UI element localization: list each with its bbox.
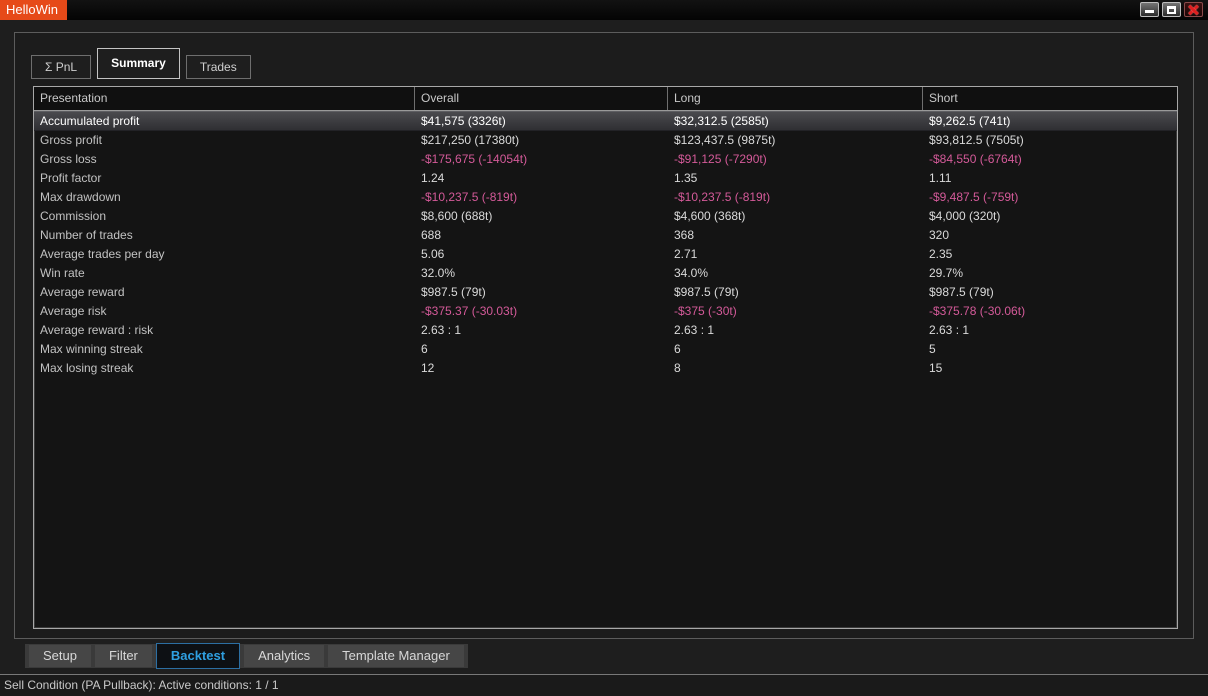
- row-value-overall: 1.24: [415, 169, 668, 188]
- row-value-long: -$375 (-30t): [668, 302, 923, 321]
- tab-pnl[interactable]: Σ PnL: [31, 55, 91, 79]
- row-value-long: $32,312.5 (2585t): [668, 112, 923, 130]
- status-text: Sell Condition (PA Pullback): Active con…: [4, 678, 279, 692]
- row-value-long: 8: [668, 359, 923, 378]
- column-header-overall[interactable]: Overall: [415, 87, 668, 110]
- close-icon: [1188, 5, 1199, 14]
- row-value-short: -$9,487.5 (-759t): [923, 188, 1177, 207]
- row-value-short: 29.7%: [923, 264, 1177, 283]
- table-row[interactable]: Gross profit$217,250 (17380t)$123,437.5 …: [34, 131, 1177, 150]
- row-label: Profit factor: [34, 169, 415, 188]
- row-value-overall: -$375.37 (-30.03t): [415, 302, 668, 321]
- status-bar: Sell Condition (PA Pullback): Active con…: [0, 674, 1208, 696]
- row-label: Average trades per day: [34, 245, 415, 264]
- row-label: Gross loss: [34, 150, 415, 169]
- window-title: HelloWin: [0, 0, 67, 20]
- maximize-button[interactable]: [1162, 2, 1181, 17]
- row-value-short: 2.35: [923, 245, 1177, 264]
- maximize-icon: [1167, 6, 1176, 14]
- row-value-long: 6: [668, 340, 923, 359]
- tab-summary[interactable]: Summary: [97, 48, 180, 79]
- table-row[interactable]: Commission$8,600 (688t)$4,600 (368t)$4,0…: [34, 207, 1177, 226]
- tab-filter[interactable]: Filter: [95, 645, 152, 667]
- title-bar: HelloWin: [0, 0, 1208, 20]
- row-label: Average reward: [34, 283, 415, 302]
- row-value-overall: 6: [415, 340, 668, 359]
- row-value-long: 368: [668, 226, 923, 245]
- row-label: Gross profit: [34, 131, 415, 150]
- window-controls: [1140, 2, 1203, 17]
- table-row[interactable]: Max winning streak665: [34, 340, 1177, 359]
- row-label: Commission: [34, 207, 415, 226]
- row-value-overall: -$10,237.5 (-819t): [415, 188, 668, 207]
- row-value-short: 320: [923, 226, 1177, 245]
- tab-template-manager[interactable]: Template Manager: [328, 645, 464, 667]
- row-value-short: -$375.78 (-30.06t): [923, 302, 1177, 321]
- row-value-short: $9,262.5 (741t): [923, 112, 1177, 130]
- column-header-presentation[interactable]: Presentation: [34, 87, 415, 110]
- column-header-long[interactable]: Long: [668, 87, 923, 110]
- row-label: Max drawdown: [34, 188, 415, 207]
- table-row[interactable]: Number of trades688368320: [34, 226, 1177, 245]
- row-value-long: $4,600 (368t): [668, 207, 923, 226]
- table-row[interactable]: Max losing streak12815: [34, 359, 1177, 378]
- table-row[interactable]: Win rate32.0%34.0%29.7%: [34, 264, 1177, 283]
- row-value-overall: 12: [415, 359, 668, 378]
- tab-trades[interactable]: Trades: [186, 55, 251, 79]
- table-row[interactable]: Average reward$987.5 (79t)$987.5 (79t)$9…: [34, 283, 1177, 302]
- table-row[interactable]: Gross loss-$175,675 (-14054t)-$91,125 (-…: [34, 150, 1177, 169]
- table-header: Presentation Overall Long Short: [34, 87, 1177, 111]
- summary-table: Presentation Overall Long Short Accumula…: [33, 86, 1178, 629]
- row-value-short: $987.5 (79t): [923, 283, 1177, 302]
- row-label: Average risk: [34, 302, 415, 321]
- row-value-short: 15: [923, 359, 1177, 378]
- row-value-overall: $217,250 (17380t): [415, 131, 668, 150]
- main-frame: Σ PnL Summary Trades Presentation Overal…: [14, 32, 1194, 639]
- row-value-overall: 5.06: [415, 245, 668, 264]
- column-header-short[interactable]: Short: [923, 87, 1177, 110]
- row-value-short: $93,812.5 (7505t): [923, 131, 1177, 150]
- tab-analytics[interactable]: Analytics: [244, 645, 324, 667]
- row-value-long: 34.0%: [668, 264, 923, 283]
- table-row[interactable]: Profit factor1.241.351.11: [34, 169, 1177, 188]
- row-value-short: 1.11: [923, 169, 1177, 188]
- row-value-long: 1.35: [668, 169, 923, 188]
- table-row[interactable]: Average reward : risk2.63 : 12.63 : 12.6…: [34, 321, 1177, 340]
- row-value-long: $987.5 (79t): [668, 283, 923, 302]
- row-value-overall: 32.0%: [415, 264, 668, 283]
- top-tab-bar: Σ PnL Summary Trades: [31, 47, 257, 79]
- tab-backtest[interactable]: Backtest: [156, 643, 240, 669]
- row-value-overall: $41,575 (3326t): [415, 112, 668, 130]
- row-label: Max losing streak: [34, 359, 415, 378]
- row-label: Accumulated profit: [34, 112, 415, 130]
- table-row[interactable]: Max drawdown-$10,237.5 (-819t)-$10,237.5…: [34, 188, 1177, 207]
- row-value-overall: $8,600 (688t): [415, 207, 668, 226]
- row-label: Number of trades: [34, 226, 415, 245]
- row-value-long: -$10,237.5 (-819t): [668, 188, 923, 207]
- minimize-icon: [1145, 10, 1154, 13]
- row-value-short: -$84,550 (-6764t): [923, 150, 1177, 169]
- row-value-short: $4,000 (320t): [923, 207, 1177, 226]
- close-button[interactable]: [1184, 2, 1203, 17]
- table-row[interactable]: Average trades per day5.062.712.35: [34, 245, 1177, 264]
- row-value-short: 2.63 : 1: [923, 321, 1177, 340]
- minimize-button[interactable]: [1140, 2, 1159, 17]
- tab-setup[interactable]: Setup: [29, 645, 91, 667]
- table-body: Accumulated profit$41,575 (3326t)$32,312…: [34, 111, 1177, 378]
- row-label: Max winning streak: [34, 340, 415, 359]
- row-value-short: 5: [923, 340, 1177, 359]
- row-value-overall: -$175,675 (-14054t): [415, 150, 668, 169]
- table-row[interactable]: Accumulated profit$41,575 (3326t)$32,312…: [34, 111, 1177, 131]
- row-value-long: $123,437.5 (9875t): [668, 131, 923, 150]
- row-value-overall: $987.5 (79t): [415, 283, 668, 302]
- table-row[interactable]: Average risk-$375.37 (-30.03t)-$375 (-30…: [34, 302, 1177, 321]
- row-value-overall: 2.63 : 1: [415, 321, 668, 340]
- row-value-overall: 688: [415, 226, 668, 245]
- row-label: Win rate: [34, 264, 415, 283]
- row-label: Average reward : risk: [34, 321, 415, 340]
- bottom-tab-bar: Setup Filter Backtest Analytics Template…: [25, 644, 468, 668]
- row-value-long: -$91,125 (-7290t): [668, 150, 923, 169]
- row-value-long: 2.63 : 1: [668, 321, 923, 340]
- row-value-long: 2.71: [668, 245, 923, 264]
